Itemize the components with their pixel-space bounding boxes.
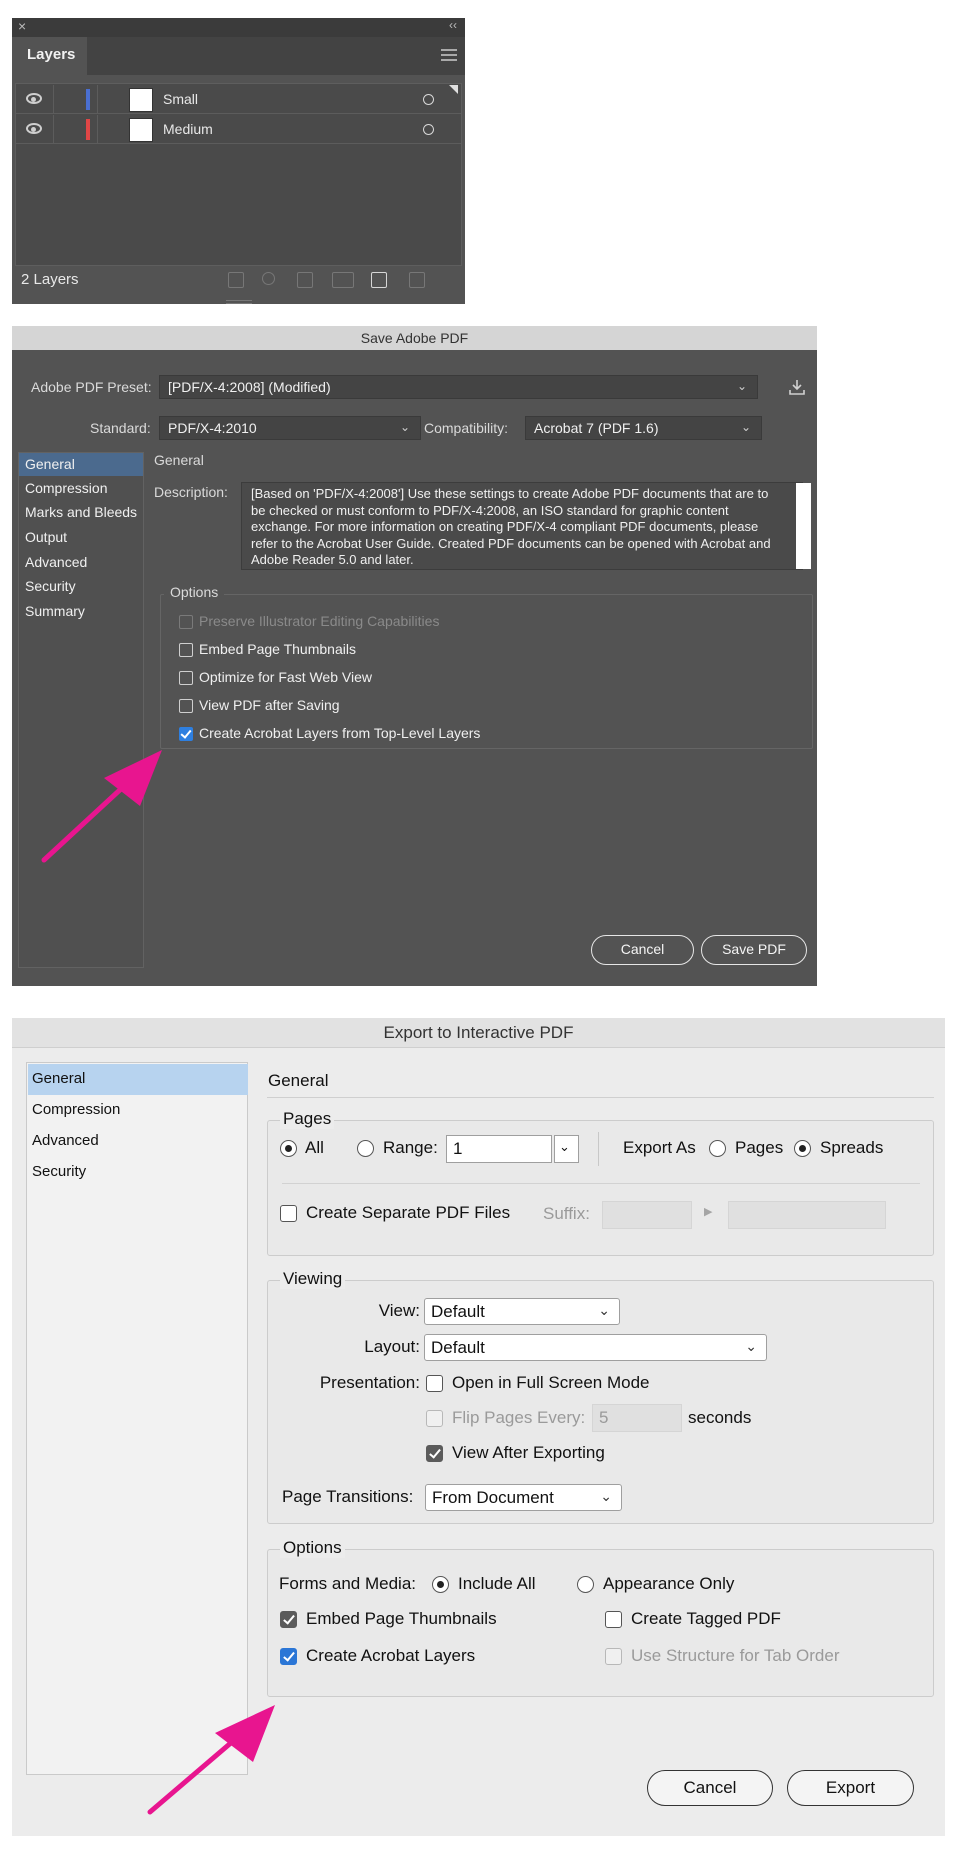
annotation-arrows — [41, 750, 275, 1815]
pink-arrow-save-dialog — [41, 750, 162, 863]
pink-arrow-export-dialog — [147, 1705, 275, 1815]
